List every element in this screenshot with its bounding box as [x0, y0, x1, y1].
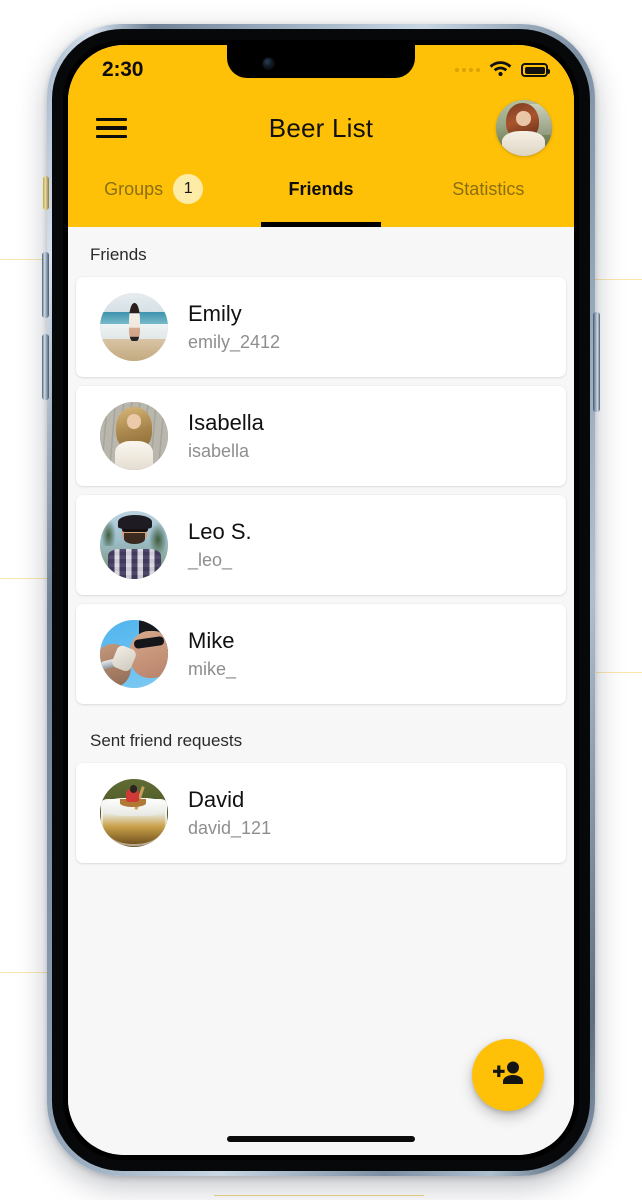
tab-groups[interactable]: Groups 1 — [70, 165, 237, 227]
friend-username: mike_ — [188, 659, 237, 679]
volume-up-button[interactable] — [42, 252, 49, 318]
friends-list-container[interactable]: Friends Emily emily_2412 Isabella isabel… — [68, 227, 574, 1155]
battery-full-icon — [521, 63, 550, 77]
guide-line — [214, 1195, 424, 1196]
friend-username: isabella — [188, 441, 250, 461]
tab-statistics[interactable]: Statistics — [405, 165, 572, 227]
section-header-sent-requests: Sent friend requests — [90, 731, 243, 750]
isabella-avatar — [100, 402, 168, 470]
friend-name: Isabella — [188, 410, 264, 435]
home-indicator[interactable] — [227, 1136, 415, 1142]
volume-down-button[interactable] — [42, 334, 49, 400]
phone-screen: 2:30 Beer List Groups 1 Friends Statisti… — [68, 45, 574, 1155]
list-item[interactable]: Mike mike_ — [76, 604, 566, 704]
friend-name: Mike — [188, 628, 235, 653]
phone-bezel: 2:30 Beer List Groups 1 Friends Statisti… — [63, 40, 579, 1160]
front-camera-icon — [263, 58, 274, 69]
tab-groups-badge: 1 — [173, 173, 204, 204]
phone-inner-frame: 2:30 Beer List Groups 1 Friends Statisti… — [52, 29, 590, 1171]
wifi-icon — [489, 59, 512, 81]
friend-name: Emily — [188, 301, 242, 326]
status-bar-clock: 2:30 — [102, 58, 144, 81]
status-bar-indicators — [455, 59, 550, 81]
guide-line — [596, 672, 642, 673]
phone-frame: 2:30 Beer List Groups 1 Friends Statisti… — [42, 24, 600, 1176]
person-add-icon — [491, 1060, 525, 1091]
list-item[interactable]: Emily emily_2412 — [76, 277, 566, 377]
tab-friends[interactable]: Friends — [237, 165, 404, 227]
tab-bar: Groups 1 Friends Statistics — [68, 165, 574, 227]
friend-username: _leo_ — [188, 550, 233, 570]
list-item[interactable]: Leo S. _leo_ — [76, 495, 566, 595]
list-item[interactable]: Isabella isabella — [76, 386, 566, 486]
david-avatar — [100, 779, 168, 847]
friend-username: david_121 — [188, 818, 272, 838]
friend-username: emily_2412 — [188, 332, 281, 352]
leo-avatar — [100, 511, 168, 579]
signal-dots-icon — [455, 68, 480, 72]
mike-avatar — [100, 620, 168, 688]
list-item[interactable]: David david_121 — [76, 763, 566, 863]
tab-groups-label: Groups — [104, 178, 164, 199]
section-header-friends: Friends — [90, 245, 147, 264]
tab-friends-label: Friends — [288, 178, 354, 199]
add-friend-button[interactable] — [472, 1039, 544, 1111]
emily-avatar — [100, 293, 168, 361]
display-notch — [227, 45, 415, 78]
tab-statistics-label: Statistics — [452, 178, 525, 199]
mute-switch-button[interactable] — [43, 176, 49, 210]
friend-name: David — [188, 787, 245, 812]
user-profile-avatar[interactable] — [496, 100, 552, 156]
friend-name: Leo S. — [188, 519, 252, 544]
power-button[interactable] — [593, 312, 600, 412]
app-bar-title-row: Beer List — [68, 91, 574, 165]
